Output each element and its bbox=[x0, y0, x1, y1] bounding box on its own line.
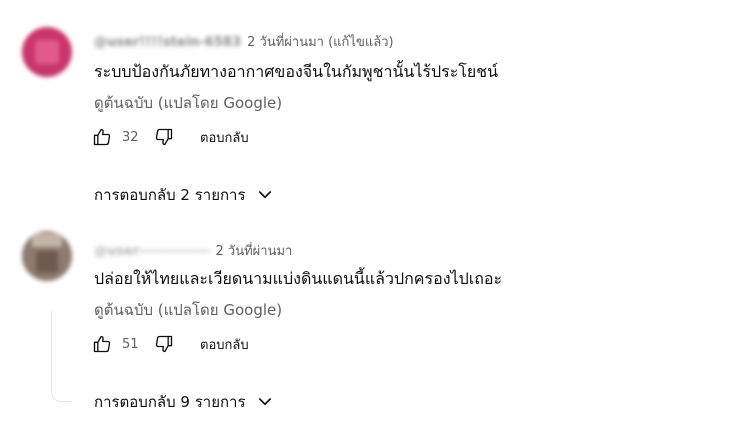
comment-text: ระบบป้องกันภัยทางอากาศของจีนในกัมพูชานั้… bbox=[94, 62, 499, 81]
comment-time[interactable]: 2 วันที่ผ่านมา bbox=[216, 244, 293, 259]
comment-item: @user!!!!stein-6583 2 วันที่ผ่านมา (แก้ไ… bbox=[0, 0, 731, 215]
thumbs-up-icon bbox=[93, 128, 111, 146]
thumbs-down-icon bbox=[155, 335, 173, 353]
replies-label: การตอบกลับ 9 รายการ bbox=[94, 393, 246, 411]
like-button[interactable] bbox=[90, 125, 114, 149]
comment-item: @user------------- 2 วันที่ผ่านมา ปล่อยใ… bbox=[0, 222, 731, 428]
author-name[interactable]: @user------------- bbox=[94, 244, 209, 259]
replies-label: การตอบกลับ 2 รายการ bbox=[94, 186, 246, 204]
avatar[interactable] bbox=[22, 231, 72, 281]
see-original-link[interactable]: ดูต้นฉบับ (แปลโดย Google) bbox=[94, 91, 282, 115]
comment-time[interactable]: 2 วันที่ผ่านมา (แก้ไขแล้ว) bbox=[247, 35, 393, 50]
thumbs-up-icon bbox=[93, 335, 111, 353]
thread-connector-line bbox=[51, 311, 72, 402]
comment-actions: 51 ตอบกลับ bbox=[90, 328, 249, 360]
comment-header: @user!!!!stein-6583 2 วันที่ผ่านมา (แก้ไ… bbox=[94, 31, 394, 52]
comment-header: @user------------- 2 วันที่ผ่านมา bbox=[94, 240, 292, 261]
like-count: 32 bbox=[122, 129, 139, 145]
reply-button[interactable]: ตอบกลับ bbox=[200, 127, 249, 148]
chevron-down-icon bbox=[258, 191, 271, 199]
view-replies-button[interactable]: การตอบกลับ 2 รายการ bbox=[94, 183, 274, 207]
avatar[interactable] bbox=[22, 27, 72, 77]
comment-actions: 32 ตอบกลับ bbox=[90, 121, 249, 153]
like-count: 51 bbox=[122, 336, 139, 352]
dislike-button[interactable] bbox=[152, 332, 176, 356]
see-original-link[interactable]: ดูต้นฉบับ (แปลโดย Google) bbox=[94, 298, 282, 322]
reply-button[interactable]: ตอบกลับ bbox=[200, 334, 249, 355]
like-button[interactable] bbox=[90, 332, 114, 356]
view-replies-button[interactable]: การตอบกลับ 9 รายการ bbox=[94, 390, 274, 414]
author-name[interactable]: @user!!!!stein-6583 bbox=[94, 35, 241, 50]
thumbs-down-icon bbox=[155, 128, 173, 146]
chevron-down-icon bbox=[258, 398, 271, 406]
comment-text: ปล่อยให้ไทยและเวียดนามแบ่งดินแดนนี้แล้วป… bbox=[94, 269, 503, 288]
dislike-button[interactable] bbox=[152, 125, 176, 149]
